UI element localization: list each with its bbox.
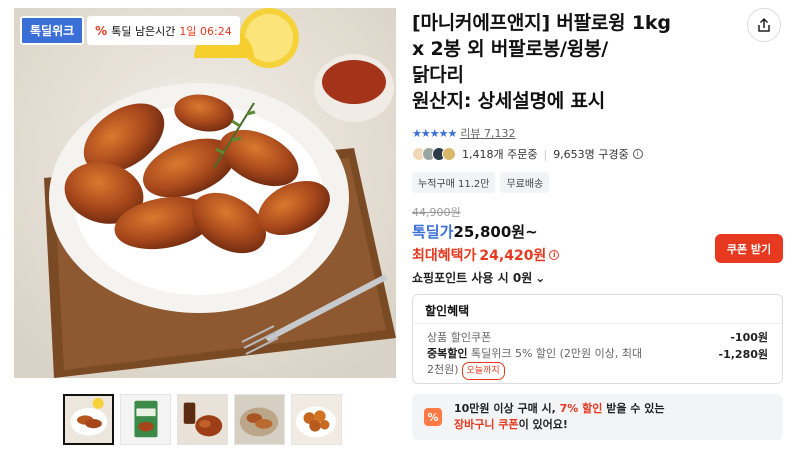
thumbnail-2[interactable] [120, 394, 171, 445]
shopping-point-row[interactable]: 쇼핑포인트 사용 시 0원 ⌄ [412, 269, 545, 286]
viewers-count: 9,653명 구경중 [553, 148, 629, 161]
product-title: [마니커에프앤지] 버팔로윙 1kg x 2봉 외 버팔로봉/윙봉/ 닭다리 원… [412, 10, 742, 114]
product-photo [14, 8, 396, 378]
deal-price-label: 톡딜가 [412, 223, 454, 241]
orders-count: 1,418개 주문중 [462, 148, 538, 161]
tag-cumulative-purchase: 누적구매 11.2만 [412, 172, 496, 193]
deal-badges: 톡딜위크 % 톡딜 남은시간 1일 06:24 [20, 16, 240, 45]
deal-week-logo: 톡딜위크 [20, 16, 85, 45]
max-benefit-info-icon[interactable]: i [549, 250, 560, 260]
thumbnail-3[interactable] [177, 394, 228, 445]
discount-icon: % [424, 408, 442, 426]
cart-coupon-promo[interactable]: % 10만원 이상 구매 시, 7% 할인 받을 수 있는 장바구니 쿠폰이 있… [412, 394, 783, 440]
stack-discount-desc-2: 2천원) [427, 363, 459, 376]
percent-icon: % [95, 23, 108, 38]
title-line-1: [마니커에프앤지] 버팔로윙 1kg [412, 12, 671, 34]
timer-label: 톡딜 남은시간 [111, 24, 176, 38]
promo-line2-b: 이 있어요! [518, 418, 568, 431]
buyer-avatars [412, 147, 456, 161]
coupon-discount-amount: -100원 [730, 331, 768, 344]
rating-row: ★★★★★ 리뷰 7,132 [412, 125, 516, 141]
promo-text: 10만원 이상 구매 시, 7% 할인 받을 수 있는 장바구니 쿠폰이 있어요… [454, 401, 665, 433]
thumbnail-strip [63, 394, 342, 445]
discount-benefits-box: 할인혜택 상품 할인쿠폰 -100원 중복할인 톡딜위크 5% 할인 (2만원 … [412, 294, 783, 384]
thumbnail-4[interactable] [234, 394, 285, 445]
coupon-discount-label: 상품 할인쿠폰 [427, 331, 492, 344]
product-info-panel: [마니커에프앤지] 버팔로윙 1kg x 2봉 외 버팔로봉/윙봉/ 닭다리 원… [412, 0, 788, 455]
deal-price: 톡딜가25,800원~ [412, 221, 538, 242]
today-only-tag: 오늘까지 [461, 362, 505, 380]
shopping-point-label: 쇼핑포인트 사용 시 0원 [412, 271, 533, 285]
stack-discount-label: 중복할인 톡딜위크 5% 할인 (2만원 이상, 최대 2천원) 오늘까지 [427, 346, 642, 380]
stack-discount-amount: -1,280원 [718, 348, 768, 361]
promo-line2-highlight: 장바구니 쿠폰 [454, 418, 519, 431]
tag-free-shipping: 무료배송 [500, 172, 550, 193]
title-line-4: 원산지: 상세설명에 표시 [412, 90, 606, 112]
title-line-3: 닭다리 [412, 64, 464, 86]
review-count-link[interactable]: 리뷰 7,132 [460, 125, 515, 141]
deal-price-value: 25,800원~ [453, 223, 538, 241]
thumbnail-1[interactable] [63, 394, 114, 445]
deal-timer: % 톡딜 남은시간 1일 06:24 [87, 16, 240, 45]
discount-header: 할인혜택 [413, 295, 782, 324]
promo-line1-a: 10만원 이상 구매 시, [454, 402, 560, 415]
max-benefit-price: 최대혜택가 24,420원 i [412, 245, 560, 265]
timer-value: 1일 06:24 [179, 24, 232, 38]
order-status-row: 1,418개 주문중 | 9,653명 구경중 i [412, 146, 643, 162]
original-price: 44,900원 [412, 206, 461, 219]
stack-discount-title: 중복할인 [427, 347, 468, 360]
chevron-down-icon: ⌄ [535, 270, 546, 285]
promo-line1-highlight: 7% 할인 [559, 402, 603, 415]
max-benefit-label: 최대혜택가 [412, 248, 477, 264]
max-benefit-value: 24,420원 [479, 248, 547, 264]
promo-line1-b: 받을 수 있는 [602, 402, 665, 415]
share-button[interactable] [747, 8, 781, 42]
star-rating-icon: ★★★★★ [412, 126, 457, 140]
stack-discount-desc: 톡딜위크 5% 할인 (2만원 이상, 최대 [467, 347, 643, 360]
product-tags: 누적구매 11.2만 무료배송 [412, 172, 550, 193]
main-product-image[interactable]: 톡딜위크 % 톡딜 남은시간 1일 06:24 [14, 8, 396, 378]
thumbnail-5[interactable] [291, 394, 342, 445]
get-coupon-button[interactable]: 쿠폰 받기 [715, 234, 783, 263]
title-line-2: x 2봉 외 버팔로봉/윙봉/ [412, 38, 609, 60]
info-icon[interactable]: i [632, 149, 643, 159]
share-icon [758, 17, 770, 32]
